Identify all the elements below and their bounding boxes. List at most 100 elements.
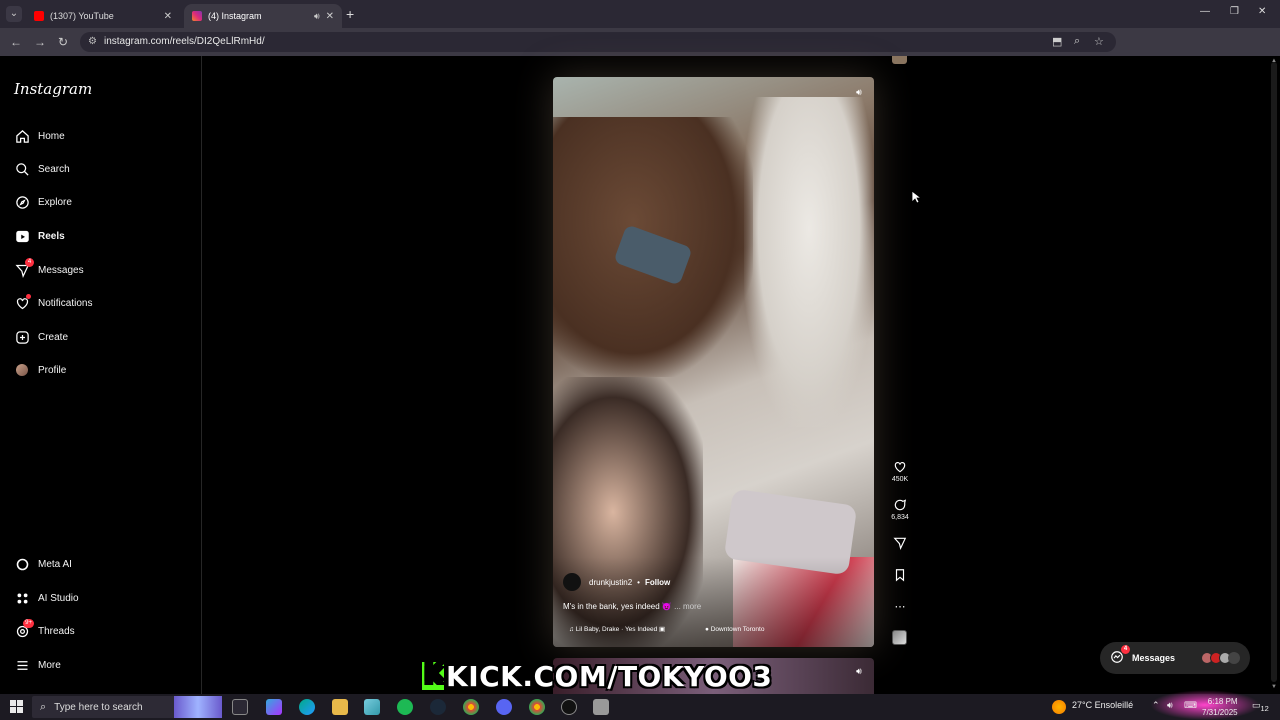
sidebar-item-threads[interactable]: 9+ Threads [14,619,75,641]
volume-icon[interactable]: 🔊︎ [852,664,866,678]
file-explorer-icon[interactable] [332,699,348,715]
sidebar-item-meta-ai[interactable]: Meta AI [14,554,72,574]
threads-badge: 9+ [23,619,34,628]
instagram-logo[interactable]: Instagram [14,80,92,98]
bookmark-icon [895,569,905,582]
reel-author: drunkjustin2 • Follow [563,573,670,591]
site-info-icon[interactable]: ⚙ [88,36,97,47]
sidebar-item-reels[interactable]: Reels [14,226,65,246]
separator-dot: • [637,577,640,587]
restore-icon[interactable]: ❐ [1230,6,1239,17]
instagram-sidebar: Instagram Home Search Explore Reels 4 Me… [0,56,202,694]
weather-icon[interactable] [1052,700,1066,714]
sidebar-item-search[interactable]: Search [14,159,70,179]
keyboard-icon[interactable]: ⌨ [1184,700,1197,711]
volume-tray-icon[interactable]: 🔊︎ [1167,700,1173,711]
sidebar-item-label: AI Studio [38,592,79,604]
steam-icon[interactable] [430,699,446,715]
zoom-icon[interactable]: ⌕ [1074,35,1080,48]
taskbar-clock[interactable]: 6:18 PM 7/31/2025 [1202,696,1238,718]
app-icon[interactable] [593,699,609,715]
share-button[interactable] [886,536,914,552]
sidebar-item-profile[interactable]: Profile [14,360,66,380]
forward-icon[interactable]: → [34,35,46,49]
volume-icon[interactable]: 🔊︎ [852,85,866,99]
youtube-favicon-icon [34,11,44,21]
address-bar[interactable]: ⚙ instagram.com/reels/DI2QeLlRmHd/ ⬒ ⌕ ☆ [80,32,1116,52]
avatar[interactable] [563,573,581,591]
reel-location[interactable]: ● Downtown Toronto [705,626,764,633]
windows-start-icon[interactable] [10,700,24,714]
compass-icon [14,194,30,210]
sidebar-item-ai-studio[interactable]: AI Studio [14,588,79,608]
scrollbar-thumb[interactable] [1271,62,1277,682]
like-button[interactable]: 450K [886,460,914,483]
tab-instagram[interactable]: (4) Instagram 🔊︎ ✕ [184,4,342,28]
browser-toolbar: ← → ↻ ⚙ instagram.com/reels/DI2QeLlRmHd/… [0,28,1280,75]
sidebar-item-create[interactable]: Create [14,327,68,347]
reel-username[interactable]: drunkjustin2 [589,578,632,587]
sidebar-item-more[interactable]: More [14,655,61,675]
scroll-down-icon[interactable]: ▼ [1271,684,1277,690]
window-close-icon[interactable]: ✕ [1258,6,1266,17]
obs-icon[interactable] [561,699,577,715]
weather-text[interactable]: 27°C Ensoleillé [1072,700,1133,710]
comment-button[interactable]: 6,834 [886,498,914,521]
kick-logo-icon [422,660,445,690]
more-avatars-icon [1228,652,1240,664]
taskbar-search[interactable]: ⌕ Type here to search [32,696,222,718]
edge-icon[interactable] [299,699,315,715]
app-icon[interactable] [364,699,380,715]
search-icon: ⌕ [40,700,47,713]
tab-search-button[interactable]: ⌄ [6,6,22,22]
reel-audio[interactable]: ♫ Lil Baby, Drake · Yes Indeed ▣ [569,625,665,633]
new-tab-button[interactable]: + [346,6,354,22]
audio-thumbnail[interactable] [892,630,907,645]
bookmark-star-icon[interactable]: ☆ [1094,35,1104,48]
menu-icon [14,657,30,673]
follow-button[interactable]: Follow [645,578,670,587]
comment-count: 6,834 [891,514,909,521]
meta-ai-icon [14,556,30,572]
sidebar-item-messages[interactable]: 4 Messages [14,258,84,280]
chrome-icon[interactable] [463,699,479,715]
close-tab-icon[interactable]: ✕ [326,11,334,22]
messages-pill[interactable]: 4 Messages [1100,642,1250,674]
back-icon[interactable]: ← [10,35,22,49]
page-scrollbar[interactable]: ▲ ▼ [1268,56,1280,694]
reload-icon[interactable]: ↻ [58,35,68,49]
tab-audio-icon[interactable]: 🔊︎ [314,11,320,22]
clock-date: 7/31/2025 [1202,708,1238,717]
home-icon [14,128,30,144]
minimize-icon[interactable]: — [1200,6,1210,17]
like-count: 450K [891,476,909,483]
tab-title: (1307) YouTube [50,11,114,21]
install-app-icon[interactable]: ⬒ [1052,35,1062,48]
search-icon [14,161,30,177]
sidebar-item-label: Threads [38,625,75,637]
caption-more-link[interactable]: ... more [674,602,701,611]
tray-chevron-icon[interactable]: ⌃ [1152,700,1160,711]
tab-youtube[interactable]: (1307) YouTube ✕ [26,4,180,28]
sidebar-item-label: Home [38,130,65,142]
sidebar-item-notifications[interactable]: Notifications [14,293,92,313]
sidebar-item-home[interactable]: Home [14,126,65,146]
kick-url-text: KICK.COM/TOKYOO3 [446,660,773,693]
clock-time: 6:18 PM [1207,697,1238,706]
reel-video[interactable]: 🔊︎ drunkjustin2 • Follow M's in the bank… [553,77,874,647]
tab-title: (4) Instagram [208,11,262,21]
task-view-icon[interactable] [232,699,248,715]
notification-center-icon[interactable]: ▭12 [1252,700,1269,713]
more-options-icon[interactable]: ⋯ [886,600,914,613]
save-button[interactable] [886,568,914,584]
messenger-icon: 4 [1110,645,1130,666]
audio-label: Lil Baby, Drake · Yes Indeed [575,626,658,633]
previous-reel-thumbnail[interactable] [892,56,907,64]
close-tab-icon[interactable]: ✕ [164,11,172,22]
spotify-icon[interactable] [397,699,413,715]
url-text[interactable]: instagram.com/reels/DI2QeLlRmHd/ [104,36,265,47]
discord-icon[interactable] [496,699,512,715]
chrome-profile-icon[interactable] [529,699,545,715]
sidebar-item-explore[interactable]: Explore [14,192,72,212]
copilot-icon[interactable] [266,699,282,715]
